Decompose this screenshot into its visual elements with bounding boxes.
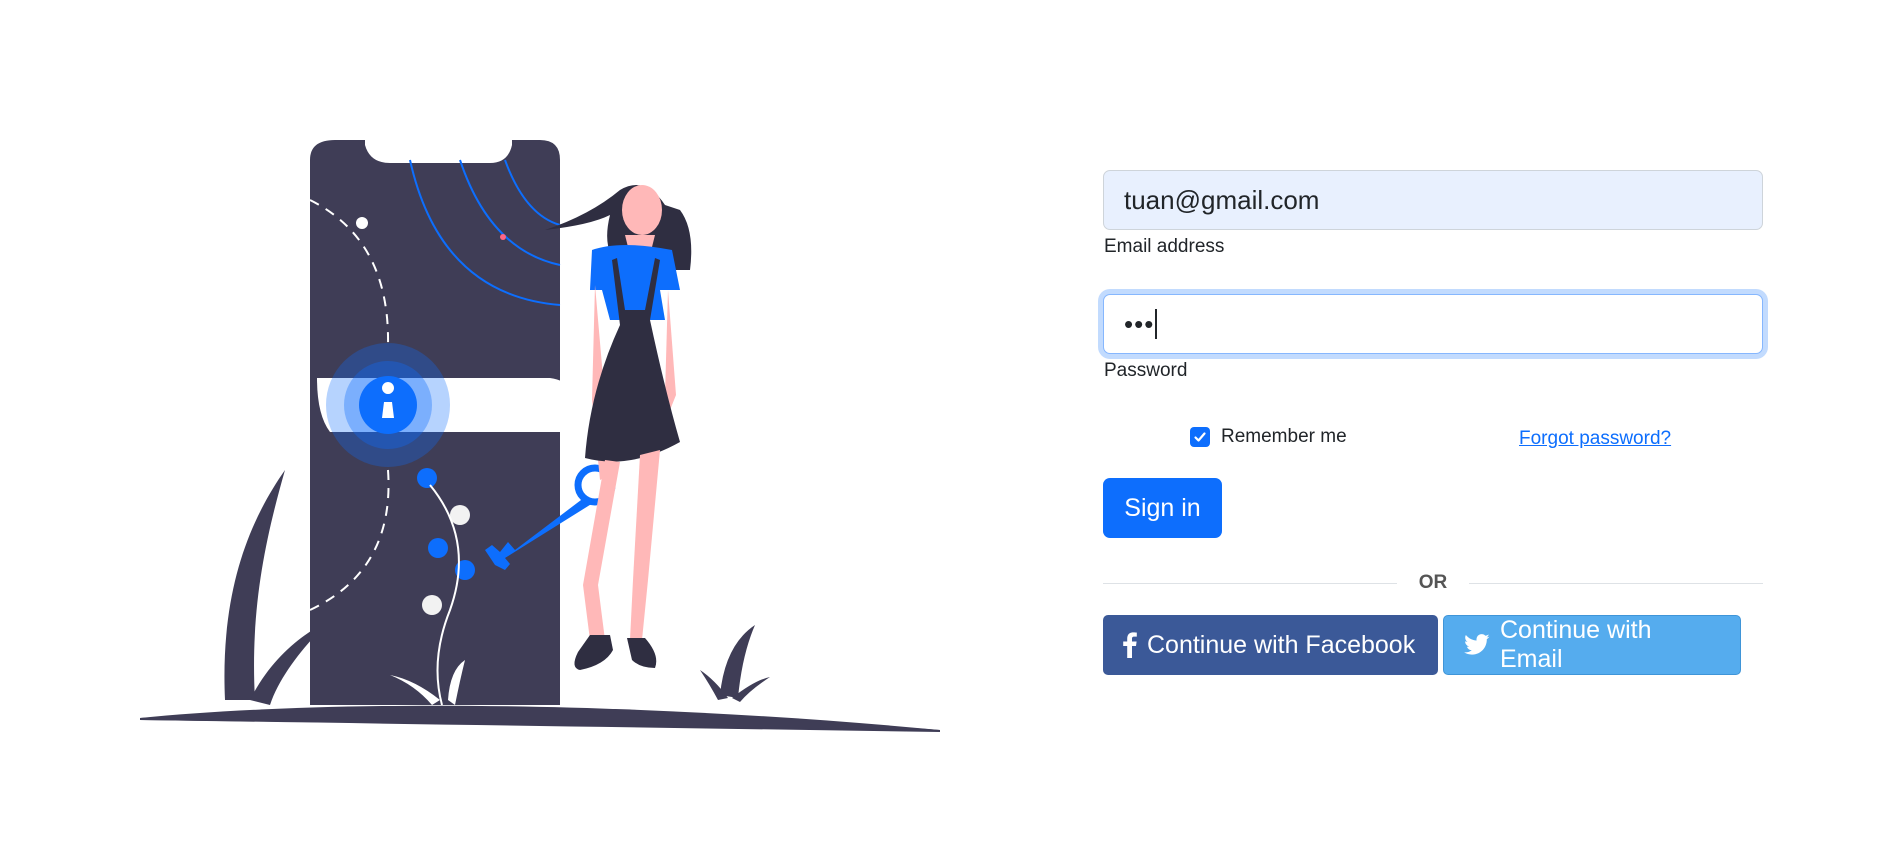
- check-icon: [1194, 432, 1206, 442]
- forgot-password-link[interactable]: Forgot password?: [1519, 428, 1671, 450]
- continue-with-email-button[interactable]: Continue with Email: [1443, 615, 1741, 675]
- password-field[interactable]: •••: [1103, 294, 1763, 354]
- password-label: Password: [1104, 360, 1188, 381]
- divider-line-left: [1103, 582, 1397, 584]
- remember-me-checkbox[interactable]: [1190, 427, 1210, 447]
- login-form: tuan@gmail.com Email address ••• Passwor…: [1103, 170, 1763, 675]
- email-field[interactable]: tuan@gmail.com: [1103, 170, 1763, 230]
- remember-me[interactable]: Remember me: [1190, 426, 1347, 448]
- login-illustration: [140, 140, 940, 732]
- divider-label: OR: [1418, 572, 1448, 593]
- continue-with-facebook-button[interactable]: Continue with Facebook: [1103, 615, 1438, 675]
- social-buttons: Continue with Facebook Continue with Ema…: [1103, 615, 1763, 675]
- or-divider: OR: [1103, 568, 1763, 598]
- remember-me-label: Remember me: [1221, 426, 1347, 447]
- twitter-icon: [1464, 634, 1490, 656]
- text-caret: [1155, 309, 1158, 339]
- email-value: tuan@gmail.com: [1124, 184, 1320, 215]
- options-row: Remember me Forgot password?: [1103, 422, 1763, 462]
- email-label: Email address: [1104, 236, 1225, 257]
- twitter-label: Continue with Email: [1500, 616, 1652, 673]
- ground-base: [140, 705, 940, 730]
- facebook-icon: [1123, 632, 1137, 658]
- divider-line-right: [1469, 582, 1763, 584]
- sign-in-button[interactable]: Sign in: [1103, 478, 1222, 538]
- password-value: •••: [1124, 308, 1155, 339]
- facebook-label: Continue with Facebook: [1147, 630, 1416, 659]
